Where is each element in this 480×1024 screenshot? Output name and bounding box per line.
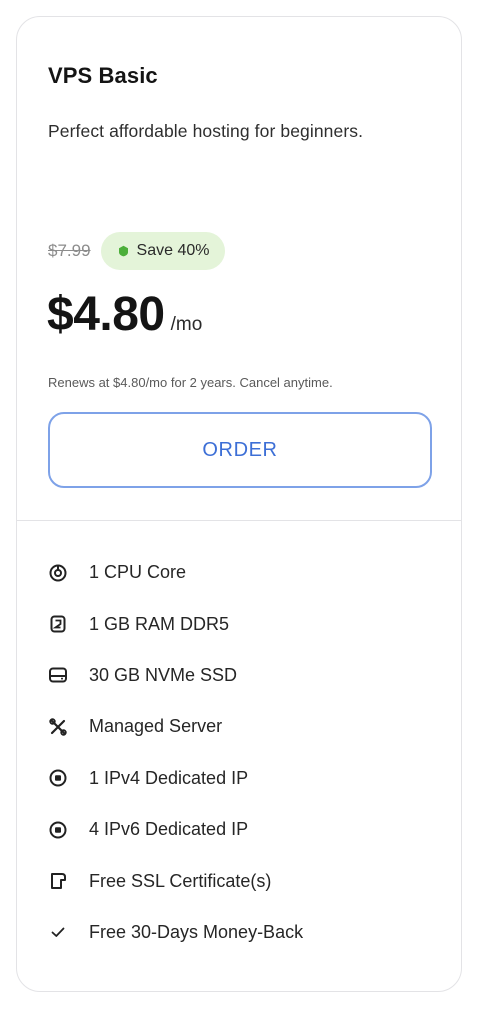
discount-row: $7.99 Save 40% xyxy=(48,231,226,271)
list-item: Free 30-Days Money-Back xyxy=(48,907,303,958)
plan-title: VPS Basic xyxy=(48,63,158,88)
feature-list: 1 CPU Core 1 GB RAM DDR5 30 GB NVMe SSD xyxy=(48,547,303,958)
current-price-block: $4.80 /mo xyxy=(47,287,202,342)
renewal-note: Renews at $4.80/mo for 2 years. Cancel a… xyxy=(48,375,333,390)
feature-label: Managed Server xyxy=(89,716,223,737)
current-price: $4.80 xyxy=(47,288,165,341)
divider xyxy=(17,520,461,521)
tag-icon xyxy=(118,245,129,257)
list-item: 4 IPv6 Dedicated IP xyxy=(48,804,303,855)
feature-label: 1 IPv4 Dedicated IP xyxy=(89,767,249,788)
memory-icon xyxy=(48,614,68,634)
pricing-card: VPS Basic Perfect affordable hosting for… xyxy=(16,16,462,992)
feature-label: Free SSL Certificate(s) xyxy=(89,870,272,891)
feature-label: 1 CPU Core xyxy=(89,562,187,583)
tools-icon xyxy=(48,717,68,737)
price-period: /mo xyxy=(170,314,203,335)
order-button[interactable]: ORDER xyxy=(48,412,432,488)
storage-icon xyxy=(48,665,68,685)
list-item: 1 GB RAM DDR5 xyxy=(48,598,303,649)
ip-icon xyxy=(48,768,68,788)
list-item: Free SSL Certificate(s) xyxy=(48,855,303,906)
ip-icon xyxy=(48,820,68,840)
plan-description: Perfect affordable hosting for beginners… xyxy=(48,121,364,141)
feature-label: 30 GB NVMe SSD xyxy=(89,664,238,685)
original-price: $7.99 xyxy=(48,241,91,260)
list-item: Managed Server xyxy=(48,701,303,752)
save-badge-label: Save 40% xyxy=(136,242,210,259)
feature-label: 1 GB RAM DDR5 xyxy=(89,613,230,634)
cpu-icon xyxy=(48,563,68,583)
save-badge: Save 40% xyxy=(100,232,226,270)
check-icon xyxy=(48,922,68,942)
certificate-icon xyxy=(48,871,68,891)
list-item: 1 CPU Core xyxy=(48,547,303,598)
list-item: 1 IPv4 Dedicated IP xyxy=(48,753,303,804)
list-item: 30 GB NVMe SSD xyxy=(48,650,303,701)
feature-label: 4 IPv6 Dedicated IP xyxy=(89,819,249,840)
feature-label: Free 30-Days Money-Back xyxy=(89,921,304,942)
